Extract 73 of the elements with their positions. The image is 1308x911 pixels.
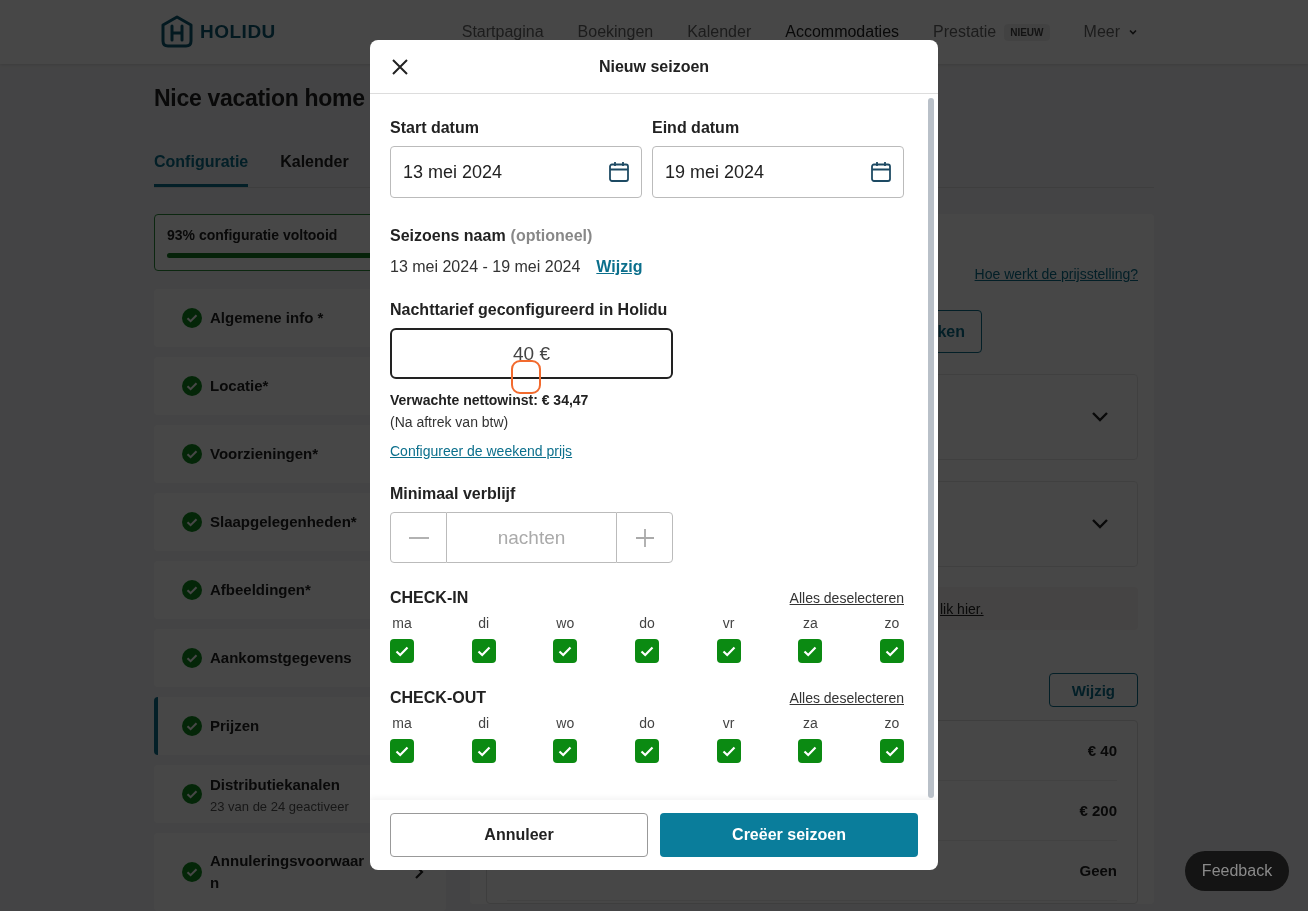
optional-hint: (optioneel) xyxy=(510,226,593,246)
checkbox[interactable] xyxy=(798,739,823,763)
checkbox[interactable] xyxy=(879,639,904,663)
day-label: za xyxy=(802,615,818,631)
day-label: di xyxy=(478,715,490,731)
season-name: 13 mei 2024 - 19 mei 2024 xyxy=(390,258,581,276)
section-label: Prijzen xyxy=(210,716,260,736)
day-label: wo xyxy=(556,715,575,731)
feedback-button[interactable]: Feedback xyxy=(1185,851,1289,891)
page-title: Nice vacation home xyxy=(154,84,365,113)
day-label: zo xyxy=(884,715,900,731)
close-icon xyxy=(392,58,408,75)
section-label: Annuleringsvoorwaar n xyxy=(210,851,365,893)
field-label: Nachttarief geconfigureerd in Holidu xyxy=(390,300,669,320)
day-label: vr xyxy=(722,615,735,631)
deselect-all-link[interactable]: Alles deselecteren xyxy=(789,690,904,706)
vat-note: (Na aftrek van btw) xyxy=(390,414,510,430)
edit-link[interactable]: Wijzig xyxy=(596,258,643,276)
checkbox[interactable] xyxy=(471,639,496,663)
scrollbar[interactable] xyxy=(928,98,934,798)
click-marker xyxy=(511,360,541,394)
day-label: ma xyxy=(392,715,412,731)
rate-value: € 40 xyxy=(1087,742,1117,759)
checkbox[interactable] xyxy=(798,639,823,663)
day-label: ma xyxy=(392,615,412,631)
day-label: zo xyxy=(884,615,900,631)
checkbox[interactable] xyxy=(390,639,414,663)
section-label: Distributiekanalen xyxy=(210,775,341,795)
plus-icon xyxy=(634,527,655,548)
checkbox[interactable] xyxy=(553,739,578,763)
minus-icon xyxy=(408,536,429,539)
day-label: vr xyxy=(722,715,735,731)
section-label: Algemene info * xyxy=(210,308,324,328)
calendar-icon xyxy=(870,161,892,183)
section-heading: CHECK-OUT xyxy=(390,689,486,707)
checkbox[interactable] xyxy=(471,739,496,763)
day-label: za xyxy=(802,715,818,731)
checkbox[interactable] xyxy=(716,739,741,763)
checkbox[interactable] xyxy=(634,739,659,763)
progress-label: 93% configuratie voltooid xyxy=(167,227,338,243)
checkbox[interactable] xyxy=(553,639,578,663)
section-label: Aankomstgegevens xyxy=(210,648,352,668)
field-label: Start datum xyxy=(390,118,480,138)
cancel-button[interactable]: Annuleer xyxy=(390,813,648,857)
rate-value: € 200 xyxy=(1079,802,1117,819)
section-heading: CHECK-IN xyxy=(390,589,469,607)
section-label: Voorzieningen* xyxy=(210,444,319,464)
field-label: Minimaal verblijf xyxy=(390,484,517,504)
day-label: do xyxy=(639,715,655,731)
field-label: Seizoens naam xyxy=(390,226,506,246)
calendar-icon xyxy=(608,161,630,183)
checkbox[interactable] xyxy=(390,739,414,763)
date-field[interactable]: 19 mei 2024 xyxy=(652,146,904,198)
logo-text: HOLIDU xyxy=(200,21,276,43)
dialog-title: Nieuw seizoen xyxy=(598,57,710,76)
day-label: do xyxy=(639,615,655,631)
deselect-all-link[interactable]: Alles deselecteren xyxy=(789,590,904,606)
create-button[interactable]: Creëer seizoen xyxy=(660,813,918,857)
checkbox[interactable] xyxy=(634,639,659,663)
weekend-price-link[interactable]: Configureer de weekend prijs xyxy=(390,443,573,459)
checkbox[interactable] xyxy=(716,639,741,663)
nights-field[interactable]: nachten xyxy=(447,512,616,563)
date-field[interactable]: 13 mei 2024 xyxy=(390,146,642,198)
section-label: Locatie* xyxy=(210,376,269,396)
section-label: Slaapgelegenheden* xyxy=(210,512,357,532)
day-label: wo xyxy=(556,615,575,631)
rate-value: Geen xyxy=(1079,862,1117,879)
field-label: Eind datum xyxy=(652,118,741,138)
section-label: Afbeeldingen* xyxy=(210,580,311,600)
day-label: di xyxy=(478,615,490,631)
checkbox[interactable] xyxy=(879,739,904,763)
price-field[interactable]: 40 € xyxy=(390,328,673,379)
net-profit-text: Verwachte nettowinst: € 34,47 xyxy=(390,392,590,408)
